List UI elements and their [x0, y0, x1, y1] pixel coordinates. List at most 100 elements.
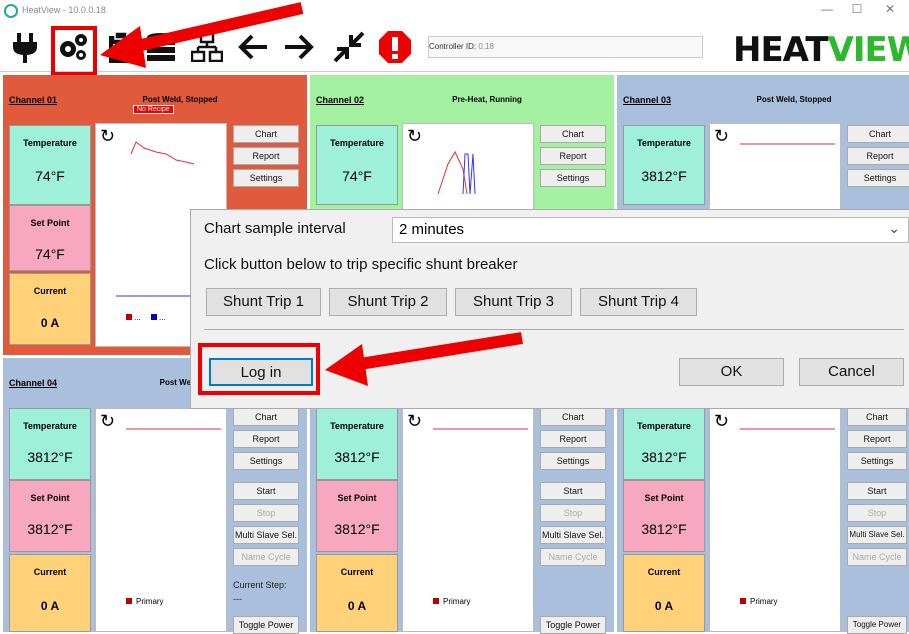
toggle-power-button[interactable]: Toggle Power: [233, 616, 299, 634]
setpoint-tile: Set Point 3812°F: [316, 480, 398, 552]
shunt-trip-4-button[interactable]: Shunt Trip 4: [580, 288, 697, 316]
arrow-left-icon[interactable]: [236, 30, 270, 64]
temperature-chart: ↻ Primary: [709, 408, 841, 632]
highlight-box-login: [198, 343, 320, 395]
current-label: Current: [647, 567, 681, 577]
stop-button[interactable]: Stop: [540, 504, 606, 522]
setpoint-tile: Set Point 3812°F: [623, 480, 705, 552]
settings-button[interactable]: Settings: [233, 452, 299, 470]
report-button[interactable]: Report: [233, 147, 299, 165]
alert-icon[interactable]: [378, 30, 412, 64]
current-label: Current: [340, 567, 374, 577]
maximize-button[interactable]: ☐: [842, 2, 872, 16]
temperature-label: Temperature: [637, 138, 691, 148]
report-button[interactable]: Report: [233, 430, 299, 448]
chart-button[interactable]: Chart: [233, 408, 299, 426]
multi-slave-button[interactable]: Multi Slave Sel.: [233, 526, 299, 544]
report-button[interactable]: Report: [847, 147, 909, 165]
current-tile: Current 0 A: [623, 554, 705, 632]
minimize-button[interactable]: —: [812, 2, 842, 16]
multi-slave-button[interactable]: Multi Slave Sel.: [847, 526, 907, 544]
name-cycle-button[interactable]: Name Cycle: [233, 548, 299, 566]
setpoint-tile: Set Point 74°F: [9, 205, 91, 271]
no-recipe-badge: No Recipe: [133, 105, 174, 114]
plug-icon[interactable]: [8, 30, 42, 64]
temperature-value: 74°F: [342, 168, 372, 184]
toggle-power-button[interactable]: Toggle Power: [540, 616, 606, 634]
start-button[interactable]: Start: [847, 482, 907, 500]
chart-plot: ↻ Primary: [100, 411, 221, 606]
chart-button[interactable]: Chart: [233, 125, 299, 143]
multi-slave-button[interactable]: Multi Slave Sel.: [540, 526, 606, 544]
name-cycle-button[interactable]: Name Cycle: [540, 548, 606, 566]
setpoint-value: 3812°F: [334, 521, 380, 537]
cancel-button[interactable]: Cancel: [799, 358, 904, 386]
refresh-icon: ↻: [407, 411, 422, 431]
temperature-value: 3812°F: [641, 168, 687, 184]
setpoint-label: Set Point: [30, 218, 70, 228]
current-value: 0 A: [40, 316, 60, 330]
settings-button[interactable]: Settings: [847, 169, 909, 187]
refresh-icon: ↻: [100, 411, 115, 431]
interval-select[interactable]: 2 minutes ⌄: [392, 217, 909, 243]
name-cycle-button[interactable]: Name Cycle: [847, 548, 907, 566]
settings-button[interactable]: Settings: [233, 169, 299, 187]
temperature-label: Temperature: [23, 421, 77, 431]
ok-button[interactable]: OK: [679, 358, 784, 386]
temperature-value: 3812°F: [641, 449, 687, 465]
toggle-power-button[interactable]: Toggle Power: [847, 616, 907, 634]
chart-button[interactable]: Chart: [847, 125, 909, 143]
current-label: Current: [33, 286, 67, 296]
network-icon[interactable]: [190, 30, 224, 64]
setpoint-value: 3812°F: [641, 521, 687, 537]
controller-id-label: Controller ID: 0.18: [429, 42, 494, 51]
chart-plot: ↻ Primary: [407, 411, 528, 606]
shunt-trip-2-button[interactable]: Shunt Trip 2: [329, 288, 447, 316]
channel-header: Channel 03 Post Weld, Stopped: [617, 75, 909, 123]
temperature-label: Temperature: [637, 421, 691, 431]
current-tile: Current 0 A: [9, 554, 91, 632]
start-button[interactable]: Start: [540, 482, 606, 500]
channel-name[interactable]: Channel 02: [316, 95, 364, 105]
temperature-label: Temperature: [330, 421, 384, 431]
chart-button[interactable]: Chart: [540, 408, 606, 426]
refresh-icon: ↻: [714, 411, 729, 431]
report-button[interactable]: Report: [540, 430, 606, 448]
current-tile: Current 0 A: [316, 554, 398, 632]
settings-button[interactable]: Settings: [540, 452, 606, 470]
stop-button[interactable]: Stop: [233, 504, 299, 522]
shunt-trip-1-button[interactable]: Shunt Trip 1: [206, 288, 321, 316]
database-icon[interactable]: [144, 30, 178, 64]
channel-name[interactable]: Channel 03: [623, 95, 671, 105]
shunt-trip-3-button[interactable]: Shunt Trip 3: [455, 288, 572, 316]
title-bar: HeatView - 10.0.0.18 — ☐ ✕: [0, 0, 909, 22]
channel-name[interactable]: Channel 01: [9, 95, 57, 105]
legend-dots: ...: [134, 313, 141, 322]
toolbar: Controller ID: 0.18 HEATVIEW: [0, 22, 909, 72]
primary-legend: Primary: [443, 597, 471, 606]
chart-plot: ↻: [714, 126, 835, 146]
report-button[interactable]: Report: [540, 147, 606, 165]
chart-button[interactable]: Chart: [540, 125, 606, 143]
setpoint-tile: Set Point 3812°F: [9, 480, 91, 552]
chart-plot: ↻ Primary: [714, 411, 835, 606]
collapse-icon[interactable]: [332, 30, 366, 64]
clipboard-icon[interactable]: [104, 30, 138, 64]
temperature-tile: Temperature 3812°F: [623, 408, 705, 480]
settings-button[interactable]: Settings: [540, 169, 606, 187]
close-button[interactable]: ✕: [875, 2, 905, 16]
current-label: Current: [33, 567, 67, 577]
arrow-right-icon[interactable]: [282, 30, 316, 64]
current-value: 0 A: [40, 599, 60, 613]
report-button[interactable]: Report: [847, 430, 907, 448]
app-icon: [4, 4, 18, 18]
temperature-chart: ↻ Primary: [95, 408, 227, 632]
start-button[interactable]: Start: [233, 482, 299, 500]
stop-button[interactable]: Stop: [847, 504, 907, 522]
settings-button[interactable]: Settings: [847, 452, 907, 470]
chart-button[interactable]: Chart: [847, 408, 907, 426]
channel-name[interactable]: Channel 04: [9, 378, 57, 388]
setpoint-label: Set Point: [30, 493, 70, 503]
interval-value: 2 minutes: [399, 221, 465, 238]
temperature-tile: Temperature 3812°F: [623, 125, 705, 205]
